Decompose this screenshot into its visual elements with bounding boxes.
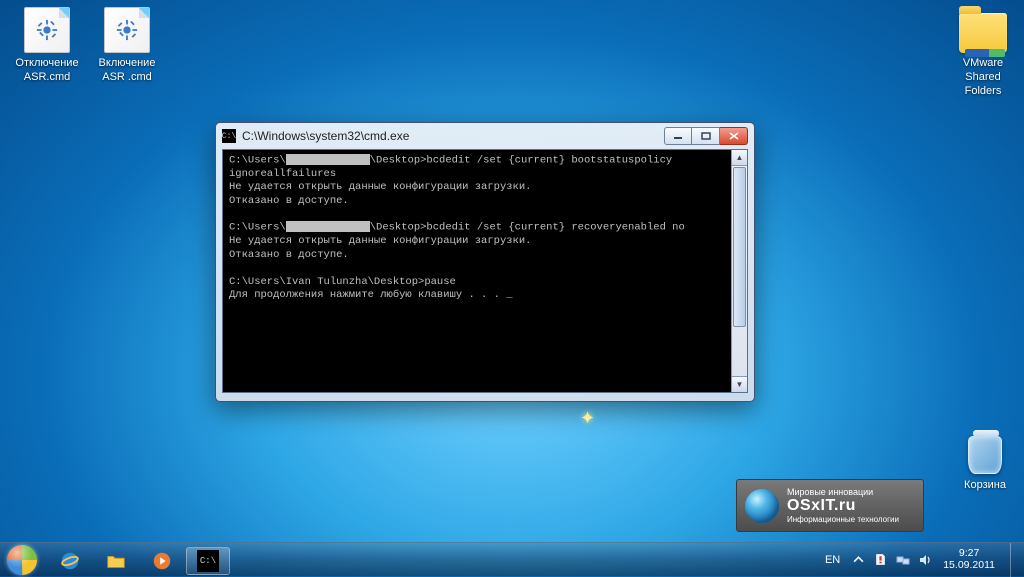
taskbar-item-wmp[interactable] [140,547,184,575]
brand-watermark: Мировые инновации OSxIT.ru Информационны… [736,479,924,532]
clock[interactable]: 9:27 15.09.2011 [939,548,999,571]
windows-logo-icon [7,544,38,575]
desktop-icon-recycle-bin[interactable]: Корзина [950,428,1020,493]
internet-explorer-icon [59,550,81,572]
gear-icon [36,19,58,41]
cmd-body[interactable]: C:\Users\\Desktop>bcdedit /set {current}… [222,149,748,393]
taskbar-item-ie[interactable] [48,547,92,575]
folder-icon [959,13,1007,53]
cmd-icon: C:\ [197,550,219,572]
gear-icon [116,19,138,41]
desktop-icon-label: Корзина [950,479,1020,493]
recycle-bin-icon [961,428,1009,476]
globe-icon [745,489,779,523]
folder-icon [105,550,127,572]
brand-line3: Информационные технологии [787,515,899,524]
scroll-up-button[interactable]: ▲ [732,150,747,166]
language-indicator[interactable]: EN [821,551,844,569]
network-icon[interactable] [895,552,910,567]
window-title: C:\Windows\system32\cmd.exe [242,129,664,143]
brand-line1: Мировые инновации [787,487,899,497]
cmd-title-icon: C:\ [222,129,236,143]
action-center-icon[interactable] [873,552,888,567]
window-titlebar[interactable]: C:\ C:\Windows\system32\cmd.exe [216,123,754,149]
maximize-button[interactable] [692,127,720,145]
start-button[interactable] [0,543,44,576]
desktop-icon-vmware-shared[interactable]: VMware Shared Folders [946,6,1020,98]
clock-date: 15.09.2011 [943,560,995,572]
volume-icon[interactable] [917,552,932,567]
cmd-window[interactable]: C:\ C:\Windows\system32\cmd.exe C:\Users… [215,122,755,402]
desktop-icon-file-2[interactable]: Включение ASR .cmd [90,6,164,85]
taskbar: C:\ EN 9:27 15.09.2011 [0,542,1024,576]
desktop-icon-label: Отключение ASR.cmd [10,57,84,85]
tray-expand-icon[interactable] [851,552,866,567]
clock-time: 9:27 [943,548,995,560]
cursor-glint-icon: ✦ [580,408,595,429]
brand-line2: OSxIT.ru [787,497,899,515]
cmd-scrollbar[interactable]: ▲ ▼ [731,150,747,392]
desktop-icon-file-1[interactable]: Отключение ASR.cmd [10,6,84,85]
cmd-output: C:\Users\\Desktop>bcdedit /set {current}… [223,150,747,306]
taskbar-item-explorer[interactable] [94,547,138,575]
scroll-down-button[interactable]: ▼ [732,376,747,392]
desktop-icon-label: VMware Shared Folders [946,57,1020,98]
minimize-button[interactable] [664,127,692,145]
media-player-icon [151,550,173,572]
show-desktop-button[interactable] [1010,543,1020,577]
scroll-thumb[interactable] [733,167,746,327]
taskbar-item-cmd[interactable]: C:\ [186,547,230,575]
system-tray: EN 9:27 15.09.2011 [813,543,1024,576]
desktop-icon-label: Включение ASR .cmd [90,57,164,85]
close-button[interactable] [720,127,748,145]
